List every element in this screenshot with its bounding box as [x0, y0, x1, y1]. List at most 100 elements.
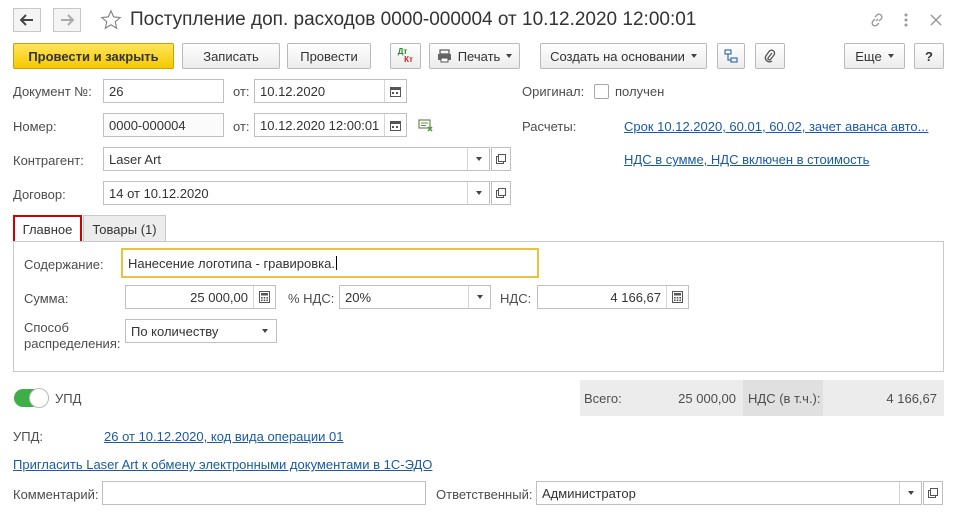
dropdown-arrow[interactable]	[468, 286, 490, 308]
hierarchy-icon	[724, 49, 738, 63]
vat-input[interactable]: 4 166,67	[537, 285, 689, 309]
structure-button[interactable]	[717, 43, 745, 69]
numbering-settings-icon[interactable]	[418, 118, 434, 132]
counterparty-input[interactable]: Laser Art	[103, 147, 490, 171]
upd-label: УПД:	[13, 429, 44, 444]
tab-goods[interactable]: Товары (1)	[83, 215, 166, 242]
close-icon[interactable]	[927, 11, 945, 29]
vat-rate-label: % НДС:	[288, 291, 335, 306]
distribution-label-line1: Способ	[24, 320, 69, 335]
totals-vat-value: 4 166,67	[886, 390, 937, 406]
settlements-label: Расчеты:	[522, 119, 577, 134]
dropdown-arrow[interactable]	[254, 320, 276, 342]
content-input[interactable]: Нанесение логотипа - гравировка.	[121, 248, 539, 278]
help-button[interactable]: ?	[914, 43, 944, 69]
calculator-icon[interactable]	[666, 286, 688, 308]
totals-bar: Всего: 25 000,00 НДС (в т.ч.): 4 166,67	[580, 380, 944, 416]
calculator-icon[interactable]	[253, 286, 275, 308]
arrow-right-icon	[61, 14, 74, 26]
chevron-down-icon	[475, 191, 482, 195]
vat-settings-link[interactable]: НДС в сумме, НДС включен в стоимость	[624, 152, 869, 167]
comment-input[interactable]	[102, 481, 426, 505]
settlements-link[interactable]: Срок 10.12.2020, 60.01, 60.02, зачет ава…	[624, 119, 928, 134]
upd-link[interactable]: 26 от 10.12.2020, код вида операции 01	[104, 429, 343, 444]
link-icon[interactable]	[868, 11, 886, 29]
doc-date-input[interactable]: 10.12.2020	[254, 79, 407, 103]
invite-edo-link[interactable]: Пригласить Laser Art к обмену электронны…	[13, 457, 432, 472]
open-window-icon	[928, 488, 938, 498]
dt-kt-button[interactable]: Дт Кт	[390, 43, 421, 69]
calendar-icon[interactable]	[384, 114, 406, 136]
chevron-down-icon	[506, 54, 513, 58]
original-received-label: получен	[615, 84, 665, 99]
favorite-star-button[interactable]	[100, 9, 122, 31]
distribution-value: По количеству	[131, 323, 219, 339]
menu-dots-icon[interactable]	[897, 11, 915, 29]
chevron-down-icon	[690, 54, 697, 58]
print-button[interactable]: Печать	[429, 43, 520, 69]
paperclip-icon	[764, 49, 776, 62]
back-button[interactable]	[13, 8, 41, 32]
text-cursor	[336, 255, 337, 270]
upd-toggle[interactable]	[14, 388, 49, 408]
dropdown-arrow[interactable]	[467, 148, 489, 170]
vat-label: НДС:	[500, 291, 532, 306]
vat-rate-select[interactable]: 20%	[339, 285, 491, 309]
dropdown-arrow[interactable]	[899, 482, 921, 504]
contract-input[interactable]: 14 от 10.12.2020	[103, 181, 490, 205]
totals-vat-label: НДС (в т.ч.):	[748, 390, 821, 406]
window-title: Поступление доп. расходов 0000-000004 от…	[130, 9, 697, 30]
open-window-icon	[496, 154, 506, 164]
chevron-down-icon	[475, 157, 482, 161]
chevron-down-icon	[476, 295, 483, 299]
number-value: 0000-000004	[109, 117, 186, 133]
chevron-down-icon	[887, 54, 894, 58]
counterparty-value: Laser Art	[109, 151, 162, 167]
create-based-on-label: Создать на основании	[550, 48, 685, 64]
doc-date-value: 10.12.2020	[260, 83, 326, 99]
dropdown-arrow[interactable]	[467, 182, 489, 204]
forward-button[interactable]	[53, 8, 81, 32]
attach-file-button[interactable]	[755, 43, 785, 69]
post-and-close-button[interactable]: Провести и закрыть	[13, 43, 174, 69]
number-date-input[interactable]: 10.12.2020 12:00:01	[254, 113, 407, 137]
distribution-select[interactable]: По количеству	[125, 319, 277, 343]
sum-label: Сумма:	[24, 291, 69, 306]
more-button[interactable]: Еще	[844, 43, 905, 69]
upd-toggle-label: УПД	[55, 391, 82, 406]
original-received-checkbox[interactable]	[594, 84, 609, 99]
responsible-label: Ответственный:	[436, 487, 533, 502]
doc-date-label: от:	[233, 84, 250, 99]
number-date-label: от:	[233, 119, 250, 134]
vat-value: 4 166,67	[610, 289, 661, 305]
contract-label: Договор:	[13, 187, 66, 202]
number-input[interactable]: 0000-000004	[103, 113, 224, 137]
total-value: 25 000,00	[678, 390, 736, 406]
counterparty-open-button[interactable]	[491, 147, 511, 171]
chevron-down-icon	[262, 329, 268, 333]
total-label: Всего:	[584, 390, 622, 406]
counterparty-label: Контрагент:	[13, 153, 84, 168]
toggle-knob	[29, 388, 49, 408]
create-based-on-button[interactable]: Создать на основании	[540, 43, 707, 69]
tab-main[interactable]: Главное	[13, 215, 82, 243]
calendar-icon[interactable]	[384, 80, 406, 102]
sum-input[interactable]: 25 000,00	[125, 285, 276, 309]
post-button[interactable]: Провести	[287, 43, 371, 69]
responsible-open-button[interactable]	[923, 481, 943, 505]
star-icon	[100, 9, 122, 30]
sum-value: 25 000,00	[190, 289, 248, 305]
original-label: Оригинал:	[522, 84, 585, 99]
contract-value: 14 от 10.12.2020	[109, 185, 209, 201]
doc-number-value: 26	[109, 83, 124, 99]
save-button[interactable]: Записать	[182, 43, 280, 69]
doc-number-label: Документ №:	[13, 84, 92, 99]
responsible-value: Администратор	[542, 485, 636, 501]
contract-open-button[interactable]	[491, 181, 511, 205]
responsible-input[interactable]: Администратор	[536, 481, 922, 505]
number-date-value: 10.12.2020 12:00:01	[260, 117, 380, 133]
content-label: Содержание:	[24, 257, 104, 272]
kt-icon-text: Кт	[404, 55, 413, 64]
doc-number-input[interactable]: 26	[103, 79, 224, 103]
number-label: Номер:	[13, 119, 57, 134]
